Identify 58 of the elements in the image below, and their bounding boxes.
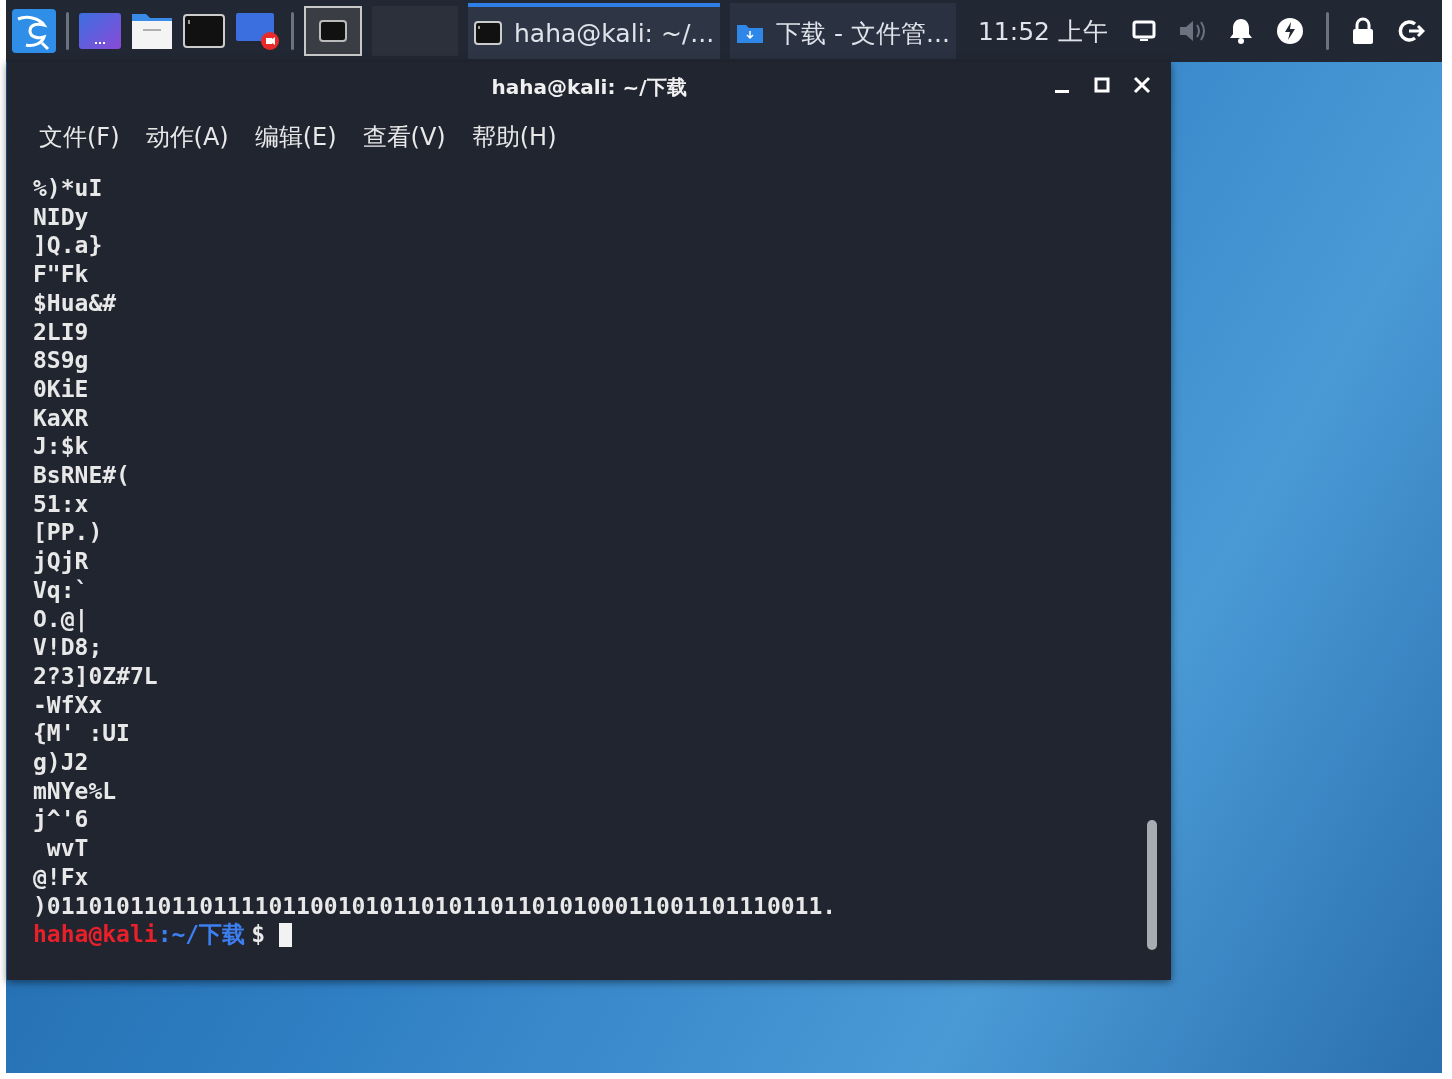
terminal-line: wvT [45, 834, 89, 863]
menu-item[interactable]: 动作(A) [143, 121, 231, 153]
terminal-line: V!D8; [33, 633, 103, 662]
terminal-line: j^'6 [33, 805, 89, 835]
terminal-line: mNYe%L [33, 776, 117, 806]
terminal-line: jQjR [33, 547, 89, 576]
terminal-icon[interactable] [183, 14, 225, 48]
prompt-symbol: $ [251, 920, 266, 949]
window-thumbnail-icon [319, 20, 347, 42]
terminal-line: 2LI9 [33, 317, 89, 347]
terminal-line: $Hua&# [33, 288, 117, 318]
volume-icon[interactable] [1177, 18, 1206, 44]
terminal-line: -WfXx [33, 690, 103, 720]
window-title: haha@kali: ~/下载 [491, 73, 687, 101]
close-icon [1133, 76, 1151, 94]
maximize-icon [1094, 77, 1110, 93]
clock[interactable]: 11:52 上午 [977, 14, 1108, 48]
menu-item[interactable]: 帮助(H) [469, 121, 559, 153]
scrollbar-thumb[interactable] [1147, 820, 1157, 950]
dragon-logo-icon[interactable] [12, 9, 56, 53]
bell-icon[interactable] [1227, 17, 1254, 45]
folder-icon[interactable] [131, 12, 173, 50]
power-icon[interactable] [1275, 17, 1304, 45]
terminal-line: Vq:` [33, 575, 89, 605]
terminal-line: %)*uI [33, 174, 103, 203]
terminal-line: J:$k [33, 432, 89, 462]
taskbar-window-button[interactable]: haha@kali: ~/... [468, 3, 721, 59]
terminal-line: )01101011011011110110010101101011011010100011001101110011. [33, 891, 837, 921]
workspace-button[interactable] [304, 6, 362, 56]
terminal-line: [PP.) [33, 518, 103, 548]
terminal-line: 0KiE [33, 374, 89, 404]
display-icon[interactable] [1131, 20, 1156, 42]
close-button[interactable] [1131, 74, 1153, 96]
folder-icon [736, 22, 765, 44]
terminal-line: 2?3]0Z#7L [33, 661, 158, 691]
menu-item[interactable]: 编辑(E) [252, 121, 339, 153]
screen-recorder-icon[interactable] [235, 11, 281, 51]
menu-item[interactable]: 查看(V) [360, 121, 448, 153]
terminal-line: @!Fx [33, 862, 89, 892]
terminal-line: F"Fk [33, 260, 89, 289]
prompt-path: :~/下载 [157, 920, 246, 949]
prompt-user-host: haha@kali [33, 920, 158, 949]
minimize-icon [1055, 89, 1069, 93]
terminal-line: ]Q.a} [33, 231, 103, 261]
terminal-line: BsRNE#( [33, 461, 130, 490]
terminal-line: NIDy [33, 202, 89, 232]
terminal-line: g)J2 [33, 748, 89, 777]
terminal-line: 51:x [33, 489, 89, 519]
menu-item[interactable]: 文件(F) [37, 121, 122, 153]
terminal-line: O.@| [33, 604, 89, 634]
terminal-line: {M' :UI [33, 719, 130, 749]
taskbar-window-button[interactable]: 下载 - 文件管... [730, 3, 956, 59]
lock-icon[interactable] [1350, 17, 1375, 45]
terminal-line: 8S9g [33, 346, 89, 375]
text-cursor [279, 922, 293, 947]
terminal-icon [474, 21, 502, 45]
logout-icon[interactable] [1396, 18, 1425, 44]
terminal-line: KaXR [33, 403, 89, 433]
